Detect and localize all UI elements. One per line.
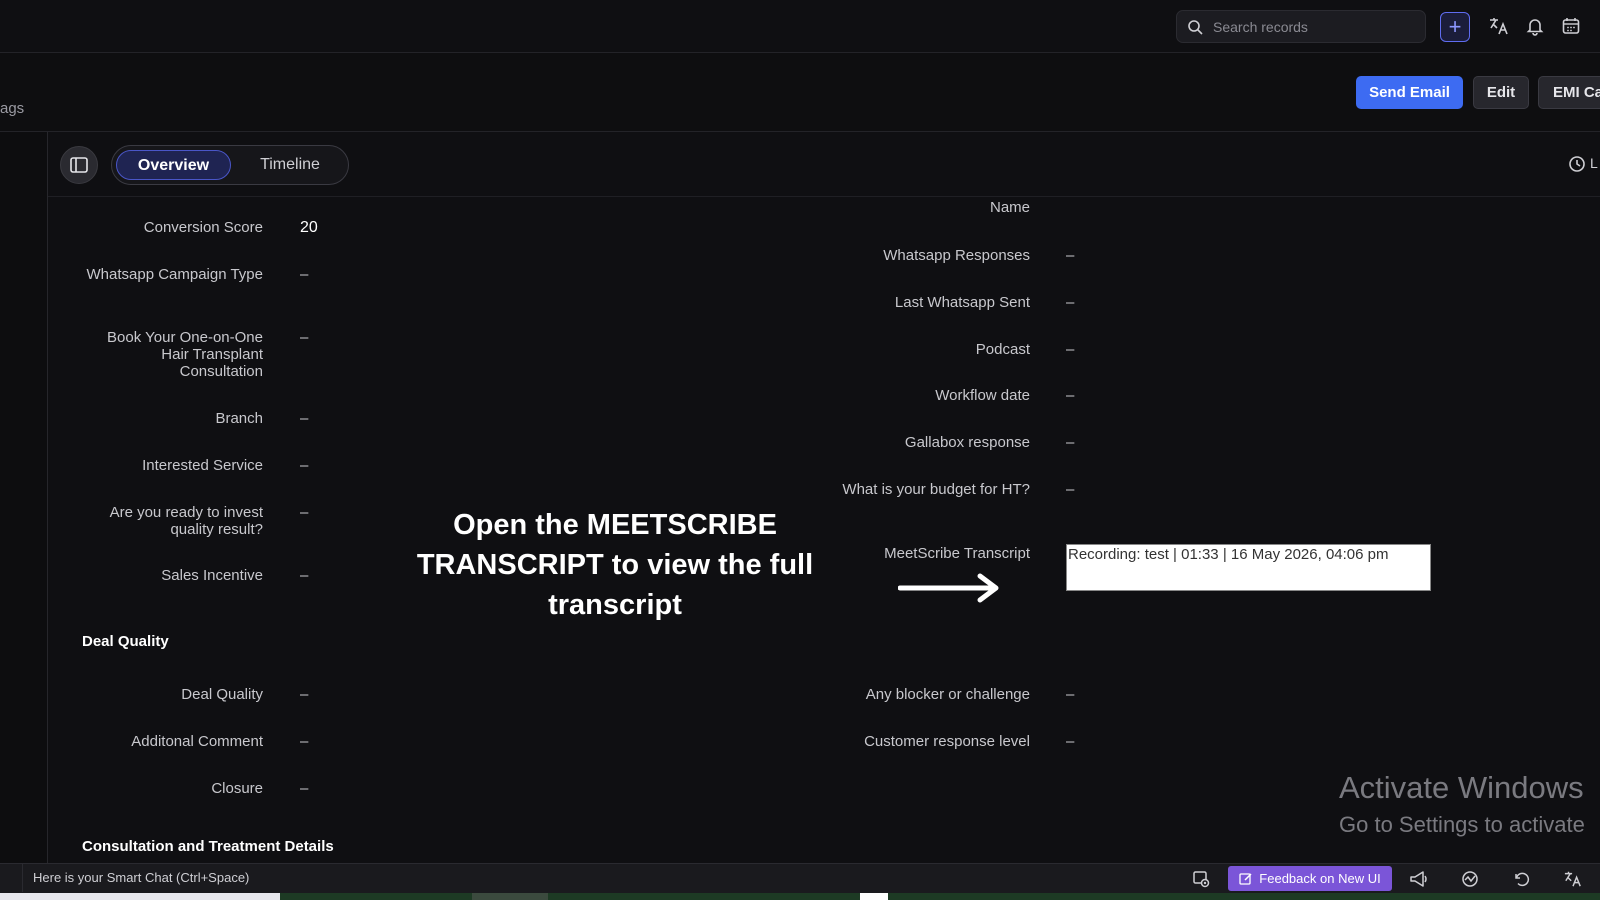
- clock-icon[interactable]: [1568, 155, 1586, 178]
- field-value-book-consultation[interactable]: –: [300, 329, 308, 346]
- feedback-label: Feedback on New UI: [1259, 871, 1381, 886]
- field-value-interested-service[interactable]: –: [300, 457, 308, 474]
- edit-icon: [1239, 872, 1252, 885]
- activity-icon[interactable]: [1459, 868, 1481, 890]
- emi-calculator-button[interactable]: EMI Ca: [1538, 76, 1600, 109]
- field-label-last-whatsapp-sent: Last Whatsapp Sent: [894, 294, 1030, 311]
- field-label-conversion-score: Conversion Score: [143, 219, 263, 236]
- search-box[interactable]: [1176, 10, 1426, 43]
- field-value-any-blocker[interactable]: –: [1066, 686, 1074, 703]
- meetscribe-transcript-field[interactable]: Recording: test | 01:33 | 16 May 2026, 0…: [1066, 544, 1431, 591]
- field-value-ready-to-invest[interactable]: –: [300, 504, 308, 521]
- field-value-conversion-score: 20: [300, 219, 318, 236]
- smart-chat-input[interactable]: Here is your Smart Chat (Ctrl+Space): [22, 864, 1172, 892]
- field-value-budget-ht[interactable]: –: [1066, 481, 1074, 498]
- field-value-podcast[interactable]: –: [1066, 341, 1074, 358]
- feedback-button[interactable]: Feedback on New UI: [1228, 866, 1392, 891]
- field-label-whatsapp-campaign-type: Whatsapp Campaign Type: [86, 266, 264, 283]
- edit-button[interactable]: Edit: [1473, 76, 1529, 109]
- panel-toggle-button[interactable]: [60, 146, 98, 184]
- field-label-podcast: Podcast: [975, 341, 1030, 358]
- view-tabs: Overview Timeline: [111, 145, 349, 185]
- field-value-sales-incentive[interactable]: –: [300, 567, 308, 584]
- translate-icon[interactable]: [1487, 14, 1511, 38]
- field-label-workflow-date: Workflow date: [935, 387, 1030, 404]
- search-icon: [1188, 19, 1203, 35]
- screen-record-icon[interactable]: [1190, 868, 1212, 890]
- field-value-whatsapp-campaign-type[interactable]: –: [300, 266, 308, 283]
- field-label-ready-to-invest: Are you ready to invest quality result?: [109, 504, 263, 538]
- tab-timeline[interactable]: Timeline: [236, 150, 344, 180]
- field-label-additional-comment: Additonal Comment: [131, 733, 263, 750]
- field-label-any-blocker: Any blocker or challenge: [865, 686, 1030, 703]
- field-value-gallabox-response[interactable]: –: [1066, 434, 1074, 451]
- translate-bottom-icon[interactable]: [1562, 868, 1584, 890]
- activate-windows-subtext: Go to Settings to activate: [1339, 812, 1585, 837]
- field-value-workflow-date[interactable]: –: [1066, 387, 1074, 404]
- field-label-closure: Closure: [211, 780, 263, 797]
- field-value-branch[interactable]: –: [300, 410, 308, 427]
- field-label-whatsapp-responses: Whatsapp Responses: [883, 247, 1030, 264]
- section-title-consultation: Consultation and Treatment Details: [82, 838, 334, 855]
- taskbar-item[interactable]: [0, 893, 280, 900]
- clock-label: L: [1590, 155, 1598, 171]
- add-record-button[interactable]: +: [1440, 12, 1470, 42]
- field-label-partial-name: Name: [989, 199, 1030, 216]
- field-value-last-whatsapp-sent[interactable]: –: [1066, 294, 1074, 311]
- calendar-icon[interactable]: [1559, 14, 1583, 38]
- field-value-deal-quality[interactable]: –: [300, 686, 308, 703]
- field-value-whatsapp-responses[interactable]: –: [1066, 247, 1074, 264]
- instruction-annotation: Open the MEETSCRIBE TRANSCRIPT to view t…: [416, 509, 814, 621]
- left-rail: [0, 132, 48, 863]
- field-label-budget-ht: What is your budget for HT?: [842, 481, 1030, 498]
- bell-icon[interactable]: [1523, 14, 1547, 38]
- megaphone-icon[interactable]: [1408, 868, 1430, 890]
- refresh-icon[interactable]: [1510, 868, 1532, 890]
- field-label-gallabox-response: Gallabox response: [904, 434, 1030, 451]
- field-value-additional-comment[interactable]: –: [300, 733, 308, 750]
- field-label-sales-incentive: Sales Incentive: [161, 567, 263, 584]
- field-value-closure[interactable]: –: [300, 780, 308, 797]
- field-label-book-consultation: Book Your One-on-One Hair Transplant Con…: [107, 329, 263, 380]
- field-label-customer-response-level: Customer response level: [864, 733, 1030, 750]
- send-email-button[interactable]: Send Email: [1356, 76, 1463, 109]
- field-label-deal-quality: Deal Quality: [181, 686, 263, 703]
- search-input[interactable]: [1211, 17, 1415, 36]
- sidebar-toggle-icon: [70, 157, 88, 173]
- activate-windows-watermark: Activate Windows: [1339, 770, 1584, 805]
- section-title-deal-quality: Deal Quality: [82, 633, 169, 650]
- field-label-meetscribe-transcript: MeetScribe Transcript: [884, 545, 1030, 562]
- field-label-branch: Branch: [215, 410, 263, 427]
- field-label-interested-service: Interested Service: [142, 457, 263, 474]
- taskbar-item[interactable]: [472, 893, 548, 900]
- taskbar-item[interactable]: [860, 893, 888, 900]
- tags-label: ags: [0, 100, 25, 117]
- field-value-customer-response-level[interactable]: –: [1066, 733, 1074, 750]
- arrow-right-icon: [898, 573, 999, 603]
- tab-overview[interactable]: Overview: [116, 150, 231, 180]
